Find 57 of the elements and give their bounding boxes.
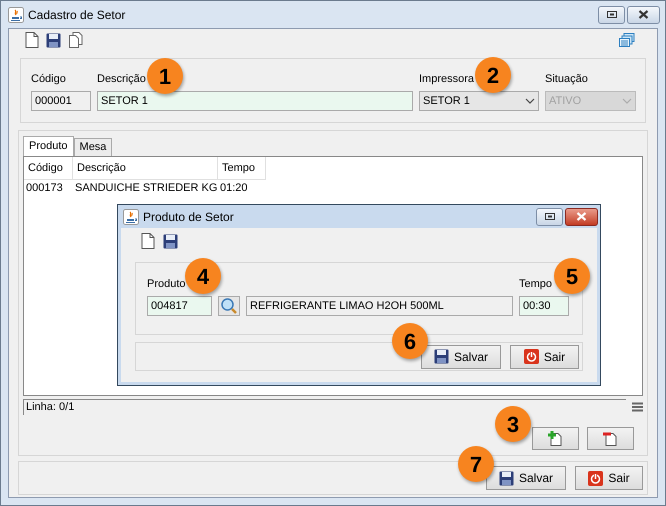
chevron-icon bbox=[525, 98, 535, 104]
search-button[interactable] bbox=[218, 296, 240, 316]
new-page-icon[interactable] bbox=[141, 233, 155, 249]
column-header[interactable]: Código bbox=[24, 157, 73, 180]
window-title: Cadastro de Setor bbox=[28, 6, 126, 24]
app-icon bbox=[123, 208, 139, 224]
field-label: Situação bbox=[545, 72, 588, 85]
table-cell-text: 01:20 bbox=[219, 181, 249, 196]
column-header[interactable]: Descrição bbox=[73, 157, 218, 180]
new-page-icon[interactable] bbox=[25, 32, 39, 48]
add-row-button[interactable] bbox=[532, 427, 579, 450]
input-field[interactable]: SETOR 1 bbox=[97, 91, 413, 111]
restore-icon bbox=[544, 213, 554, 220]
restore-icon bbox=[606, 11, 616, 18]
menu-icon[interactable] bbox=[632, 402, 643, 412]
close-icon bbox=[638, 10, 649, 19]
search-icon bbox=[221, 298, 237, 314]
app-icon bbox=[8, 6, 24, 22]
field-label: Descrição bbox=[97, 72, 146, 85]
window-title: Produto de Setor bbox=[143, 208, 235, 226]
save-icon[interactable] bbox=[163, 234, 178, 248]
field-label: Tempo bbox=[519, 277, 552, 290]
exit-button[interactable]: Sair bbox=[575, 466, 643, 490]
chevron-icon bbox=[622, 98, 632, 104]
close-button[interactable] bbox=[627, 6, 660, 24]
close-icon bbox=[576, 212, 587, 221]
remove-page-icon bbox=[603, 431, 618, 446]
windows-icon[interactable] bbox=[619, 32, 635, 48]
save-icon[interactable] bbox=[46, 32, 61, 48]
save-icon[interactable] bbox=[434, 349, 449, 364]
restore-button[interactable] bbox=[598, 6, 625, 24]
table-cell-text: SANDUICHE STRIEDER KG bbox=[74, 181, 218, 196]
field-label: Impressora bbox=[419, 72, 474, 85]
save-button[interactable]: Salvar bbox=[486, 466, 566, 490]
input-field[interactable]: 000001 bbox=[31, 91, 91, 111]
remove-row-button[interactable] bbox=[587, 427, 634, 450]
add-page-icon bbox=[548, 431, 563, 446]
column-header[interactable]: Tempo bbox=[218, 157, 266, 180]
table-cell-text: 000173 bbox=[25, 181, 64, 196]
dropdown[interactable]: SETOR 1 bbox=[419, 91, 539, 111]
copy-icon[interactable] bbox=[68, 32, 84, 48]
status-bar: Linha: 0/1 bbox=[23, 399, 626, 415]
save-icon[interactable] bbox=[498, 470, 514, 486]
dropdown: ATIVO bbox=[545, 91, 636, 111]
tab[interactable]: Mesa bbox=[74, 138, 112, 157]
close-button[interactable] bbox=[565, 208, 598, 226]
power-icon bbox=[588, 470, 604, 486]
save-button[interactable]: Salvar bbox=[421, 344, 501, 368]
field-label: Código bbox=[31, 72, 66, 85]
field-label: Produto bbox=[147, 277, 186, 290]
text-field[interactable]: REFRIGERANTE LIMAO H2OH 500ML bbox=[246, 296, 513, 316]
restore-button[interactable] bbox=[536, 208, 563, 226]
power-icon bbox=[524, 349, 539, 364]
input-field[interactable]: 00:30 bbox=[519, 296, 569, 316]
input-field[interactable]: 004817 bbox=[147, 296, 212, 316]
tab[interactable]: Produto bbox=[23, 136, 74, 157]
exit-button[interactable]: Sair bbox=[510, 344, 579, 368]
